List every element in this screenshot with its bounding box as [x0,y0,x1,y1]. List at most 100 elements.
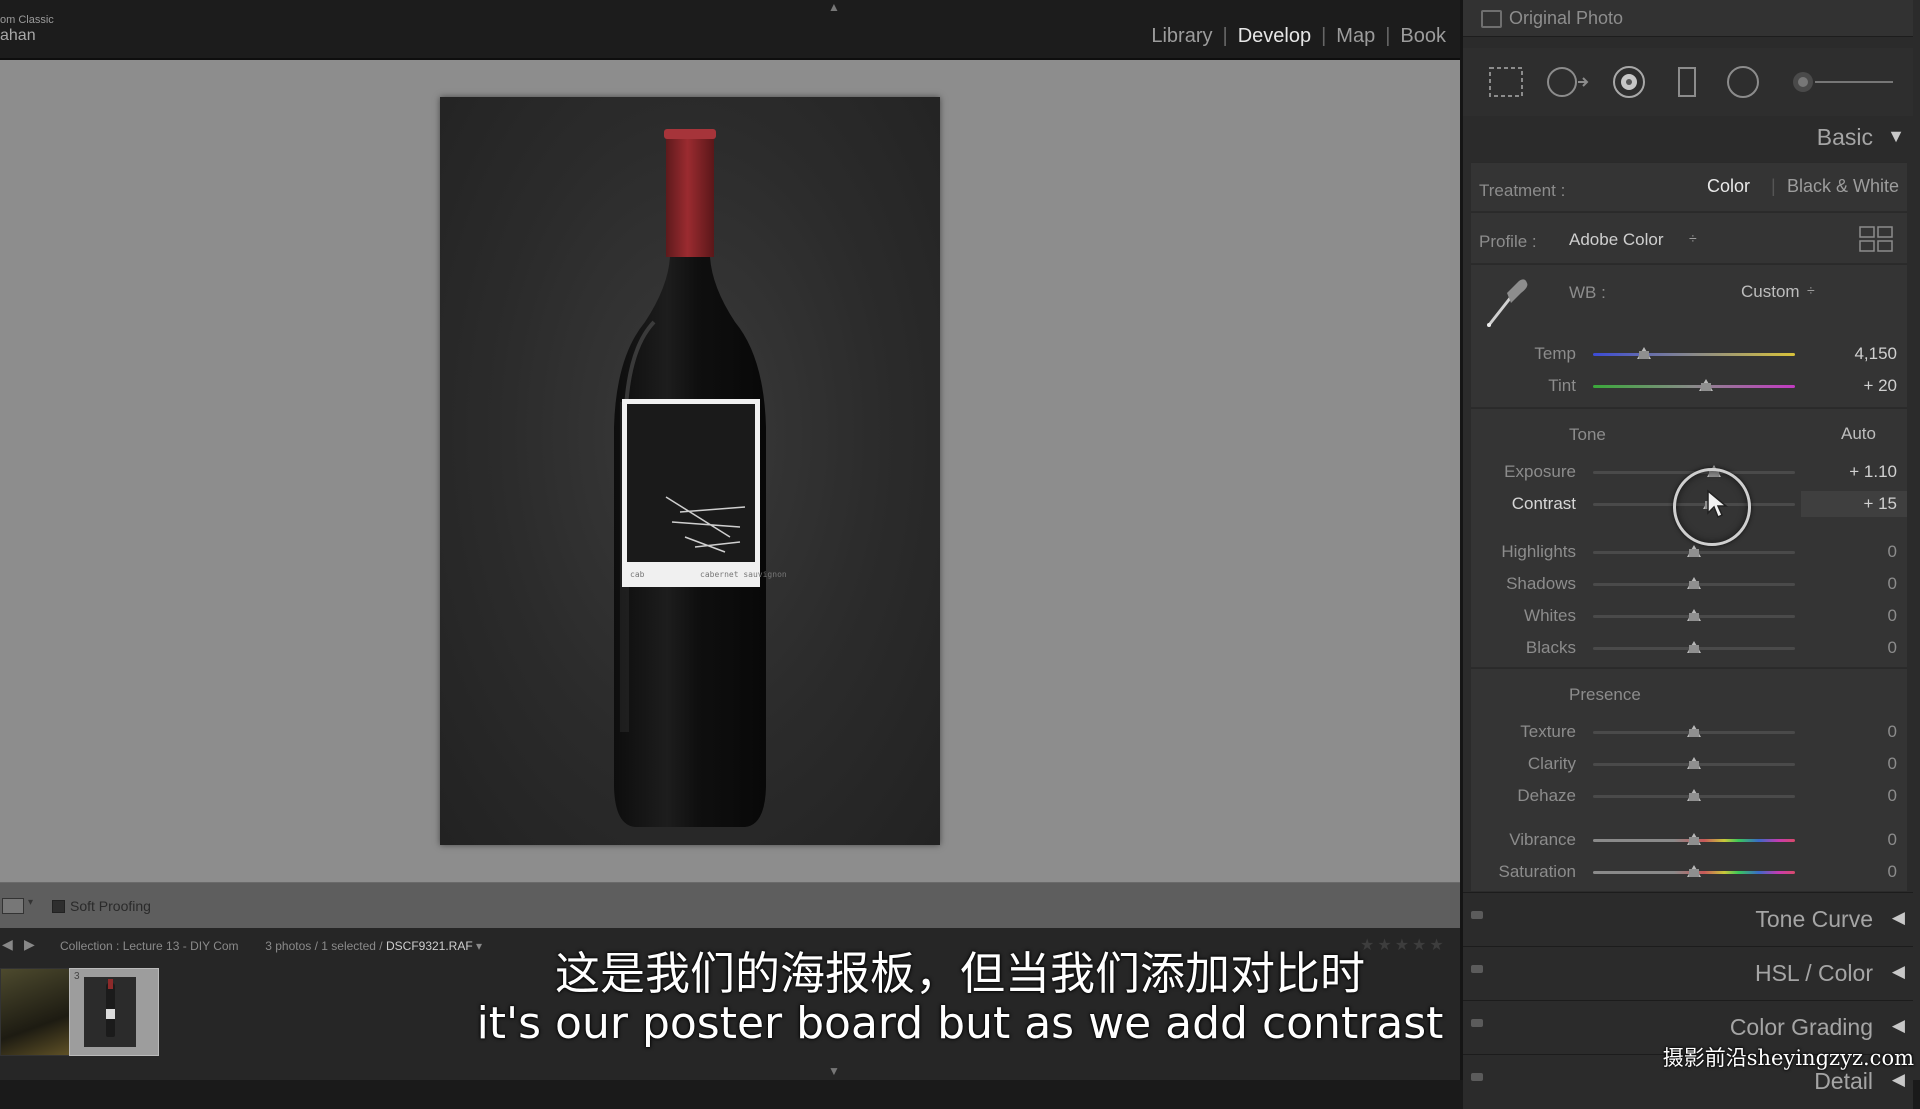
wb-preset-dropdown[interactable]: Custom [1741,282,1800,302]
adjustment-brush-icon[interactable] [1785,64,1895,100]
presence-section: Presence Texture 0 Clarity 0 Dehaze 0 Vibra… [1471,668,1907,891]
shadows-slider-thumb[interactable] [1687,577,1701,589]
dehaze-slider-thumb[interactable] [1687,789,1701,801]
blacks-value[interactable]: 0 [1827,638,1897,658]
dehaze-slider-row: Dehaze 0 [1471,783,1907,809]
texture-slider-thumb[interactable] [1687,725,1701,737]
crop-overlay-icon[interactable] [1487,64,1523,100]
treatment-section: Treatment : Color | Black & White [1471,162,1907,211]
soft-proofing-checkbox[interactable] [52,900,65,913]
highlights-label: Highlights [1501,542,1576,561]
original-photo-label: Original Photo [1509,8,1624,28]
subtitle-english: it's our poster board but as we add cont… [476,998,1444,1049]
clarity-value[interactable]: 0 [1827,754,1897,774]
photo-preview[interactable]: cab cabernet sauvignon [440,97,940,845]
temp-slider-track[interactable] [1593,353,1795,356]
graduated-filter-icon[interactable] [1669,64,1705,100]
dehaze-label: Dehaze [1517,786,1576,805]
treatment-divider: | [1771,176,1776,196]
radial-filter-icon[interactable] [1725,64,1761,100]
eyedropper-icon[interactable] [1481,275,1529,334]
wine-bottle-photo: cab cabernet sauvignon [614,129,787,827]
dehaze-value[interactable]: 0 [1827,786,1897,806]
module-picker: Library | Develop | Map | Book [1141,25,1456,48]
brand-line-1: om Classic [0,14,54,26]
blacks-slider-thumb[interactable] [1687,641,1701,653]
profile-label: Profile : [1479,232,1537,251]
subtitle-chinese: 这是我们的海报板，但当我们添加对比时 [554,947,1365,1000]
profile-section: Profile : Adobe Color ÷ [1471,212,1907,263]
module-map[interactable]: Map [1326,25,1385,48]
blacks-label: Blacks [1525,638,1576,657]
top-panel-toggle-icon[interactable]: ▲ [828,0,840,14]
clarity-label: Clarity [1527,754,1576,773]
treatment-color-button[interactable]: Color [1707,176,1750,197]
tint-slider-row: Tint + 20 [1471,373,1907,399]
treatment-label: Treatment : [1479,181,1566,200]
view-mode-icon[interactable] [2,898,24,914]
texture-label: Texture [1520,722,1576,741]
tint-slider-thumb[interactable] [1699,379,1714,391]
saturation-slider-thumb[interactable] [1687,865,1701,877]
tint-value[interactable]: + 20 [1827,376,1897,396]
brand-line-2: ahan [0,27,36,44]
profile-browser-grid-icon[interactable] [1859,226,1893,257]
tone-label: Tone [1569,425,1606,444]
panel-toggle-switch[interactable] [1471,911,1483,919]
contrast-label: Contrast [1511,494,1576,513]
svg-text:cabernet sauvignon: cabernet sauvignon [700,570,787,579]
profile-dropdown[interactable]: Adobe Color [1569,230,1664,250]
whites-value[interactable]: 0 [1827,606,1897,626]
tint-label: Tint [1548,376,1576,395]
watermark: 摄影前沿sheyingzyz.com [1662,1046,1914,1070]
panel-collapsed-arrow-icon: ◀ [1891,1070,1905,1089]
tint-slider-track[interactable] [1593,385,1795,388]
spot-removal-icon[interactable] [1545,64,1589,100]
original-photo-icon[interactable] [1481,10,1502,28]
clarity-slider-row: Clarity 0 [1471,751,1907,777]
treatment-bw-button[interactable]: Black & White [1787,176,1899,197]
temp-value[interactable]: 4,150 [1827,344,1897,364]
contrast-slider-row: Contrast + 15 [1471,468,1907,546]
vibrance-slider-thumb[interactable] [1687,833,1701,845]
detail-title: Detail [1814,1068,1873,1094]
wb-dropdown-caret-icon[interactable]: ÷ [1807,282,1815,298]
profile-dropdown-caret-icon[interactable]: ÷ [1689,230,1697,246]
temp-label: Temp [1534,344,1576,363]
texture-slider-row: Texture 0 [1471,719,1907,745]
highlights-slider-thumb[interactable] [1687,545,1701,557]
white-balance-section: WB : Custom ÷ Temp 4,150 Tint + 20 [1471,264,1907,407]
shadows-value[interactable]: 0 [1827,574,1897,594]
saturation-slider-row: Saturation 0 [1471,859,1907,885]
auto-tone-button[interactable]: Auto [1841,424,1876,444]
vibrance-value[interactable]: 0 [1827,830,1897,850]
contrast-value[interactable]: + 15 [1827,494,1897,514]
red-eye-icon[interactable] [1611,64,1647,100]
temp-slider-thumb[interactable] [1636,347,1651,359]
module-bar: om Classic ahan ▲ Library | Develop | Ma… [0,0,1460,60]
saturation-label: Saturation [1498,862,1577,881]
vibrance-label: Vibrance [1509,830,1576,849]
temp-slider-row: Temp 4,150 [1471,341,1907,367]
texture-value[interactable]: 0 [1827,722,1897,742]
module-book[interactable]: Book [1390,25,1456,48]
basic-panel-header[interactable]: Basic ▼ [1463,116,1913,162]
highlights-slider-row: Highlights 0 [1471,539,1907,565]
bottom-panel-toggle-icon[interactable]: ▼ [828,1064,840,1078]
toolbar: ▾ Soft Proofing [0,882,1460,929]
image-canvas[interactable]: cab cabernet sauvignon [0,60,1460,882]
original-photo-row: Original Photo [1463,0,1913,37]
highlights-value[interactable]: 0 [1827,542,1897,562]
whites-slider-thumb[interactable] [1687,609,1701,621]
module-develop[interactable]: Develop [1228,25,1321,48]
clarity-slider-thumb[interactable] [1687,757,1701,769]
vibrance-slider-row: Vibrance 0 [1471,827,1907,853]
soft-proofing-label: Soft Proofing [70,898,151,914]
panel-collapsed-arrow-icon: ◀ [1891,908,1905,927]
exposure-value[interactable]: + 1.10 [1827,462,1897,482]
saturation-value[interactable]: 0 [1827,862,1897,882]
tone-section: Tone Auto Exposure + 1.10 Contrast + 15 Hi… [1471,408,1907,667]
view-mode-chevron-icon[interactable]: ▾ [28,897,33,908]
presence-label: Presence [1569,685,1641,704]
module-library[interactable]: Library [1141,25,1222,48]
